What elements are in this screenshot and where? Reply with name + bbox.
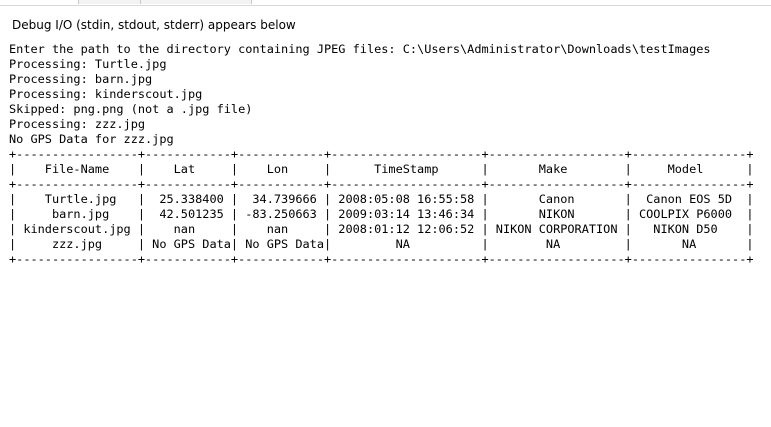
debug-io-header: Debug I/O (stdin, stdout, stderr) appear… (12, 18, 296, 32)
table-border: +-----------------+------------+--------… (9, 252, 754, 266)
table-row: | kinderscout.jpg | nan | nan | 2008:01:… (9, 222, 754, 236)
console-line: Processing: barn.jpg (9, 72, 153, 86)
table-border: +-----------------+------------+--------… (9, 147, 754, 161)
tab[interactable] (78, 0, 142, 4)
table-row: | barn.jpg | 42.501235 | -83.250663 | 20… (9, 207, 754, 221)
console-line: No GPS Data for zzz.jpg (9, 132, 174, 146)
table-row: | zzz.jpg | No GPS Data| No GPS Data| NA… (9, 237, 754, 251)
console-line: Processing: Turtle.jpg (9, 57, 167, 71)
tab[interactable] (140, 0, 252, 4)
console-line: Skipped: png.png (not a .jpg file) (9, 102, 253, 116)
console-line: Processing: kinderscout.jpg (9, 87, 203, 101)
table-row: | Turtle.jpg | 25.338400 | 34.739666 | 2… (9, 192, 754, 206)
console-line: Processing: zzz.jpg (9, 117, 146, 131)
table-header-row: | File-Name | Lat | Lon | TimeStamp | Ma… (9, 162, 754, 176)
top-tab-strip (0, 0, 771, 6)
console-line: Enter the path to the directory containi… (9, 42, 711, 56)
table-border: +-----------------+------------+--------… (9, 177, 754, 191)
console-output[interactable]: Enter the path to the directory containi… (9, 42, 754, 267)
